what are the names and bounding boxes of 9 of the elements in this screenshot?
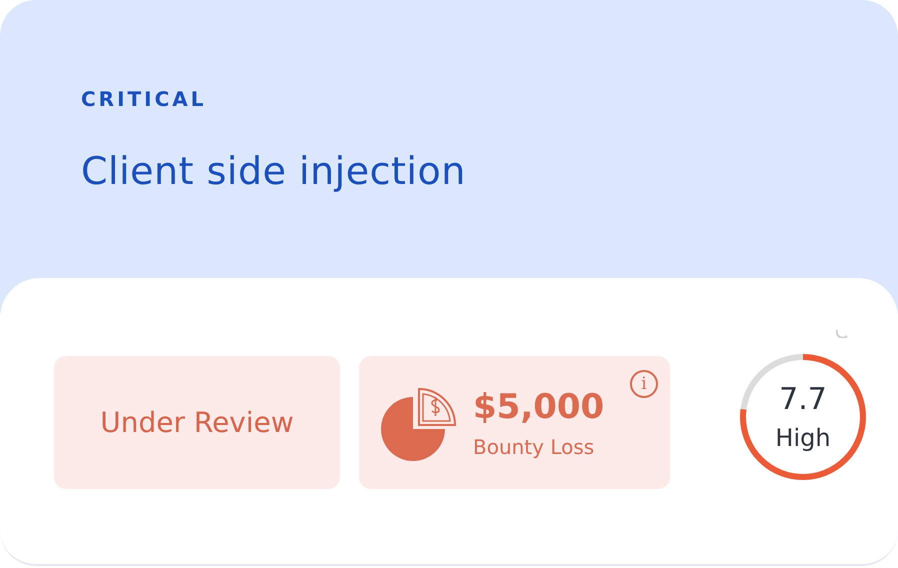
score-value: 7.7: [779, 382, 827, 418]
arc-icon: [836, 328, 848, 338]
status-text: Under Review: [100, 406, 294, 439]
bounty-amount: $5,000: [473, 386, 604, 426]
score-rating: High: [775, 424, 831, 452]
severity-label: CRITICAL: [81, 86, 208, 112]
bounty-label: Bounty Loss: [473, 434, 596, 458]
info-icon[interactable]: i: [630, 370, 658, 398]
vulnerability-title: Client side injection: [81, 148, 467, 194]
